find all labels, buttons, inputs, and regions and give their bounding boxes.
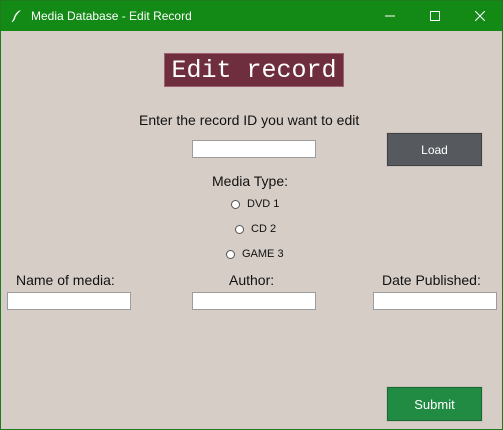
radio-option-dvd[interactable]: DVD 1	[231, 198, 279, 210]
load-button[interactable]: Load	[386, 132, 483, 167]
app-window: Media Database - Edit Record Edit record…	[0, 0, 503, 430]
radio-button[interactable]	[231, 199, 240, 209]
radio-label: DVD 1	[247, 198, 280, 210]
radio-option-game[interactable]: GAME 3	[226, 248, 284, 260]
minimize-icon[interactable]	[367, 1, 412, 31]
title-bar[interactable]: Media Database - Edit Record	[1, 1, 502, 31]
page-title: Edit record	[164, 53, 344, 87]
window-title: Media Database - Edit Record	[31, 9, 192, 23]
close-icon[interactable]	[457, 1, 502, 31]
window-controls	[367, 1, 502, 31]
record-id-prompt: Enter the record ID you want to edit	[139, 112, 360, 128]
radio-label: CD 2	[251, 223, 277, 235]
radio-button[interactable]	[226, 249, 235, 259]
maximize-icon[interactable]	[412, 1, 457, 31]
radio-label: GAME 3	[242, 248, 284, 260]
date-published-input[interactable]	[373, 292, 497, 310]
media-type-label: Media Type:	[212, 173, 289, 189]
author-label: Author:	[229, 272, 275, 288]
author-input[interactable]	[192, 292, 316, 310]
record-id-input[interactable]	[192, 140, 316, 158]
name-of-media-input[interactable]	[7, 292, 131, 310]
name-of-media-label: Name of media:	[16, 272, 115, 288]
submit-button[interactable]: Submit	[386, 386, 483, 422]
date-published-label: Date Published:	[382, 272, 481, 288]
radio-option-cd[interactable]: CD 2	[235, 223, 276, 235]
feather-icon	[9, 8, 25, 24]
radio-button[interactable]	[235, 224, 244, 234]
